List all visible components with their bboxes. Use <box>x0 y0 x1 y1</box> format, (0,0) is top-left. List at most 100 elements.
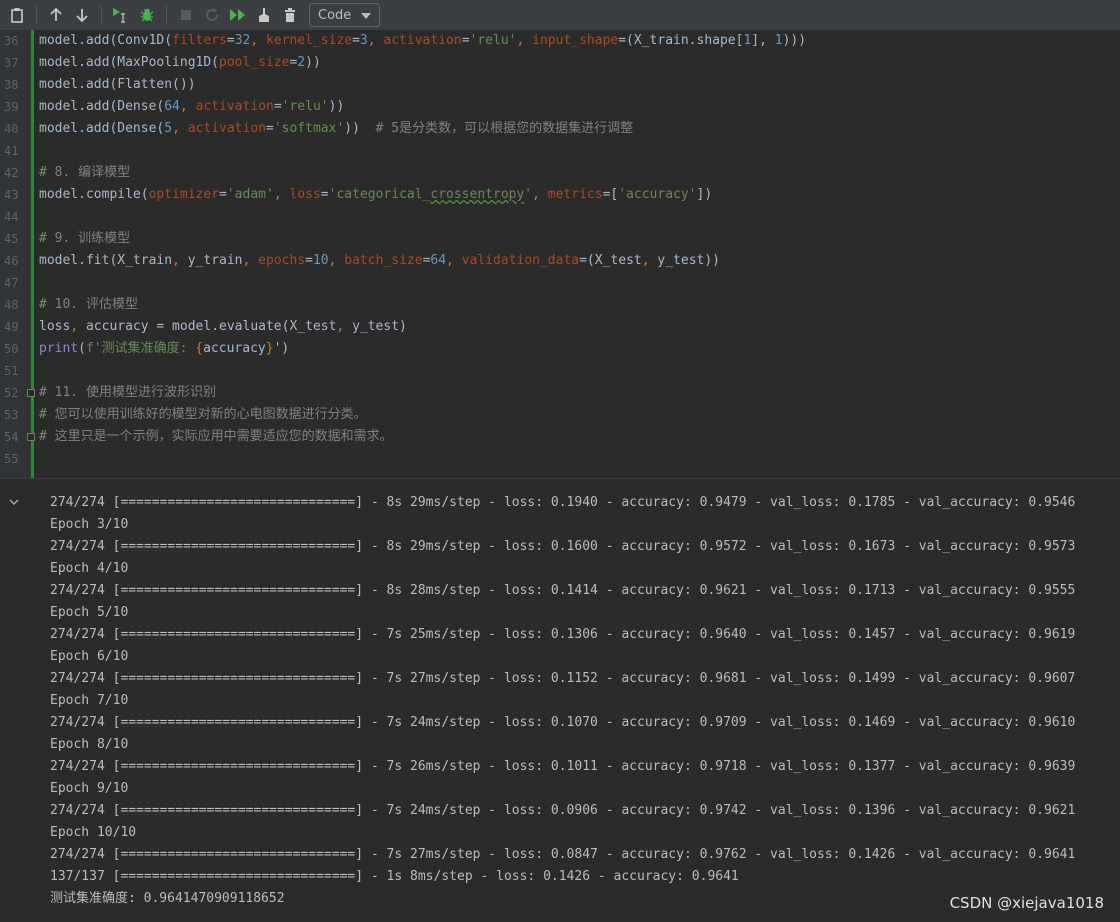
line-number: 54 <box>4 430 19 444</box>
code-token: = <box>266 121 274 136</box>
code-text: model.fit(X_train, y_train, epochs=10, b… <box>39 250 720 272</box>
code-line: 52 # 11. 使用模型进行波形识别 <box>0 382 1120 404</box>
code-token: =[ <box>602 187 619 202</box>
code-token: model.add(Conv1D( <box>39 33 173 48</box>
code-editor[interactable]: 36 model.add(Conv1D(filters=32, kernel_si… <box>0 30 1120 478</box>
code-token: ' <box>524 187 533 202</box>
code-line: 47 <box>0 272 1120 294</box>
output-line: 274/274 [==============================]… <box>50 847 1076 862</box>
code-line: 41 <box>0 140 1120 162</box>
code-token: model.add(Dense( <box>39 99 165 114</box>
code-token: = <box>305 253 313 268</box>
code-token: model.add(MaxPooling1D( <box>39 55 220 70</box>
output-line: Epoch 6/10 <box>50 649 129 664</box>
code-token: { <box>195 341 204 356</box>
line-number: 48 <box>4 298 19 312</box>
code-token: ( <box>78 341 86 356</box>
collapse-output-icon[interactable] <box>8 496 20 508</box>
line-number: 46 <box>4 254 19 268</box>
code-token: batch_size <box>344 253 423 268</box>
code-token: , <box>70 319 86 334</box>
code-line: 46 model.fit(X_train, y_train, epochs=10,… <box>0 250 1120 272</box>
arrow-down-icon[interactable] <box>69 2 95 28</box>
line-number: 51 <box>4 364 19 378</box>
output-line: 测试集准确度: 0.9641470909118652 <box>50 891 285 906</box>
code-text: # 这里只是一个示例，实际应用中需要适应您的数据和需求。 <box>39 426 393 448</box>
code-line: 53 # 您可以使用训练好的模型对新的心电图数据进行分类。 <box>0 404 1120 426</box>
code-text: model.compile(optimizer='adam', loss='ca… <box>39 184 712 206</box>
restart-icon[interactable] <box>199 2 225 28</box>
code-line: 49 loss, accuracy = model.evaluate(X_test… <box>0 316 1120 338</box>
run-cursor-icon[interactable] <box>108 2 134 28</box>
code-token: activation <box>383 33 462 48</box>
fold-marker-icon[interactable] <box>27 433 35 441</box>
code-token: 'adam' <box>226 187 274 202</box>
fold-marker-icon[interactable] <box>27 389 35 397</box>
code-line: 42 # 8. 编译模型 <box>0 162 1120 184</box>
code-line: 38 model.add(Flatten()) <box>0 74 1120 96</box>
code-token: = <box>219 187 227 202</box>
code-text: model.add(Dense(5, activation='softmax')… <box>39 118 633 140</box>
code-token: crossentropy <box>430 187 525 202</box>
code-text: # 10. 评估模型 <box>39 294 138 316</box>
code-token: # 9. 训练模型 <box>39 231 131 246</box>
output-line: Epoch 7/10 <box>50 693 129 708</box>
code-text: model.add(Dense(64, activation='relu')) <box>39 96 344 118</box>
code-token: y_test) <box>352 319 407 334</box>
code-token: ))) <box>782 33 807 48</box>
code-line: 37 model.add(MaxPooling1D(pool_size=2)) <box>0 52 1120 74</box>
code-token: 3 <box>359 33 368 48</box>
clipboard-icon[interactable] <box>4 2 30 28</box>
code-text: print(f'测试集准确度: {accuracy}') <box>39 338 289 360</box>
arrow-up-icon[interactable] <box>43 2 69 28</box>
code-line: 44 <box>0 206 1120 228</box>
code-token: , <box>516 33 533 48</box>
output-line: 274/274 [==============================]… <box>50 715 1076 730</box>
output-line: 274/274 [==============================]… <box>50 539 1076 554</box>
code-token: 'categorical_ <box>328 187 431 202</box>
code-token: , <box>273 187 290 202</box>
output-line: Epoch 8/10 <box>50 737 129 752</box>
code-token: 32 <box>234 33 251 48</box>
output-line: 274/274 [==============================]… <box>50 495 1076 510</box>
clear-icon[interactable] <box>251 2 277 28</box>
output-line: 274/274 [==============================]… <box>50 759 1076 774</box>
line-number: 36 <box>4 34 19 48</box>
code-token: , <box>641 253 658 268</box>
code-token: activation <box>195 99 274 114</box>
code-token: optimizer <box>148 187 220 202</box>
output-line: 274/274 [==============================]… <box>50 671 1076 686</box>
code-token: 2 <box>297 55 306 70</box>
output-line: Epoch 3/10 <box>50 517 129 532</box>
code-line: 43 model.compile(optimizer='adam', loss='… <box>0 184 1120 206</box>
code-token: = <box>461 33 470 48</box>
code-token: 64 <box>164 99 180 114</box>
output-line: 137/137 [==============================]… <box>50 869 739 884</box>
code-token: model.compile( <box>39 187 149 202</box>
run-all-icon[interactable] <box>225 2 251 28</box>
code-token: =(X_test <box>579 253 642 268</box>
code-token: model.add(Flatten()) <box>39 77 196 92</box>
code-token: , <box>179 99 196 114</box>
code-token: # 这里只是一个示例，实际应用中需要适应您的数据和需求。 <box>39 429 393 444</box>
code-token: , <box>172 253 188 268</box>
code-line: 39 model.add(Dense(64, activation='relu')… <box>0 96 1120 118</box>
delete-icon[interactable] <box>277 2 303 28</box>
debug-icon[interactable] <box>134 2 160 28</box>
code-line: 51 <box>0 360 1120 382</box>
code-token: = <box>352 33 360 48</box>
output-line: Epoch 10/10 <box>50 825 137 840</box>
line-number: 39 <box>4 100 19 114</box>
code-line: 45 # 9. 训练模型 <box>0 228 1120 250</box>
toolbar-separator <box>166 6 167 24</box>
code-token: y_train <box>187 253 243 268</box>
output-line: Epoch 4/10 <box>50 561 129 576</box>
code-token: model.add(Dense( <box>39 121 165 136</box>
code-token: input_shape <box>532 33 619 48</box>
line-number: 44 <box>4 210 19 224</box>
code-line: 36 model.add(Conv1D(filters=32, kernel_si… <box>0 30 1120 52</box>
code-token: # 5是分类数，可以根据您的数据集进行调整 <box>375 121 634 136</box>
stop-icon[interactable] <box>173 2 199 28</box>
code-token: print <box>39 341 79 356</box>
cell-type-select[interactable]: Code <box>309 3 381 27</box>
